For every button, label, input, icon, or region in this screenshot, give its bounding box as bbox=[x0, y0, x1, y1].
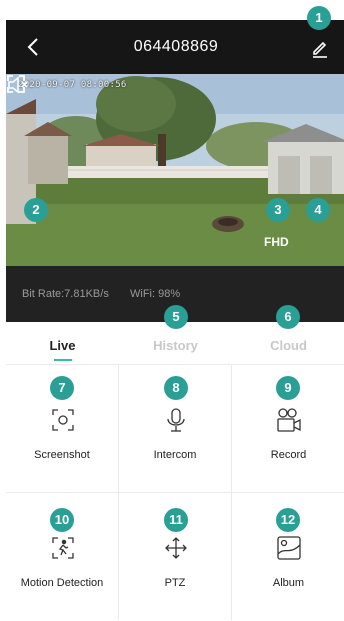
bitrate-readout: Bit Rate:7.81KB/s bbox=[22, 288, 109, 300]
callout-badge: 6 bbox=[276, 305, 300, 329]
callout-badge: 9 bbox=[276, 376, 300, 400]
tab-cloud[interactable]: Cloud bbox=[232, 338, 344, 353]
active-tab-indicator bbox=[54, 359, 72, 361]
tab-history[interactable]: History bbox=[119, 338, 232, 353]
ptz-arrows-icon bbox=[165, 537, 187, 559]
camera-title: 064408869 bbox=[133, 38, 219, 55]
callout-badge: 7 bbox=[50, 376, 74, 400]
top-bar: 064408869 bbox=[6, 20, 344, 74]
wifi-readout: WiFi: 98% bbox=[130, 288, 181, 300]
screenshot-icon bbox=[52, 409, 74, 431]
quality-toggle-button[interactable]: FHD bbox=[264, 235, 289, 249]
motion-detection-icon bbox=[52, 537, 74, 559]
tab-live[interactable]: Live bbox=[6, 338, 119, 353]
callout-badge: 3 bbox=[266, 198, 290, 222]
feature-label: Intercom bbox=[153, 449, 197, 461]
callout-badge: 11 bbox=[164, 508, 188, 532]
feature-grid: Screenshot Intercom Record Motion Detect… bbox=[6, 364, 344, 620]
video-camera-icon bbox=[277, 408, 301, 432]
callout-badge: 1 bbox=[307, 6, 331, 30]
pencil-icon bbox=[313, 41, 327, 58]
camera-scene bbox=[6, 74, 344, 266]
feature-label: Record bbox=[270, 449, 307, 461]
live-video-feed[interactable]: 2020-09-07 08:00:56 FHD bbox=[6, 74, 344, 266]
feature-label: Album bbox=[272, 577, 305, 589]
callout-badge: 4 bbox=[306, 198, 330, 222]
feature-label: Motion Detection bbox=[20, 577, 104, 589]
callout-badge: 5 bbox=[164, 305, 188, 329]
album-icon bbox=[277, 536, 301, 560]
feature-label: Screenshot bbox=[34, 449, 90, 461]
edit-button[interactable] bbox=[310, 38, 330, 58]
feature-label: PTZ bbox=[164, 577, 186, 589]
callout-badge: 10 bbox=[50, 508, 74, 532]
video-timestamp: 2020-09-07 08:00:56 bbox=[18, 80, 127, 90]
callout-badge: 8 bbox=[164, 376, 188, 400]
fullscreen-icon bbox=[7, 75, 25, 93]
microphone-icon bbox=[167, 408, 185, 432]
callout-badge: 12 bbox=[276, 508, 300, 532]
callout-badge: 2 bbox=[24, 198, 48, 222]
fullscreen-button[interactable] bbox=[6, 74, 26, 94]
